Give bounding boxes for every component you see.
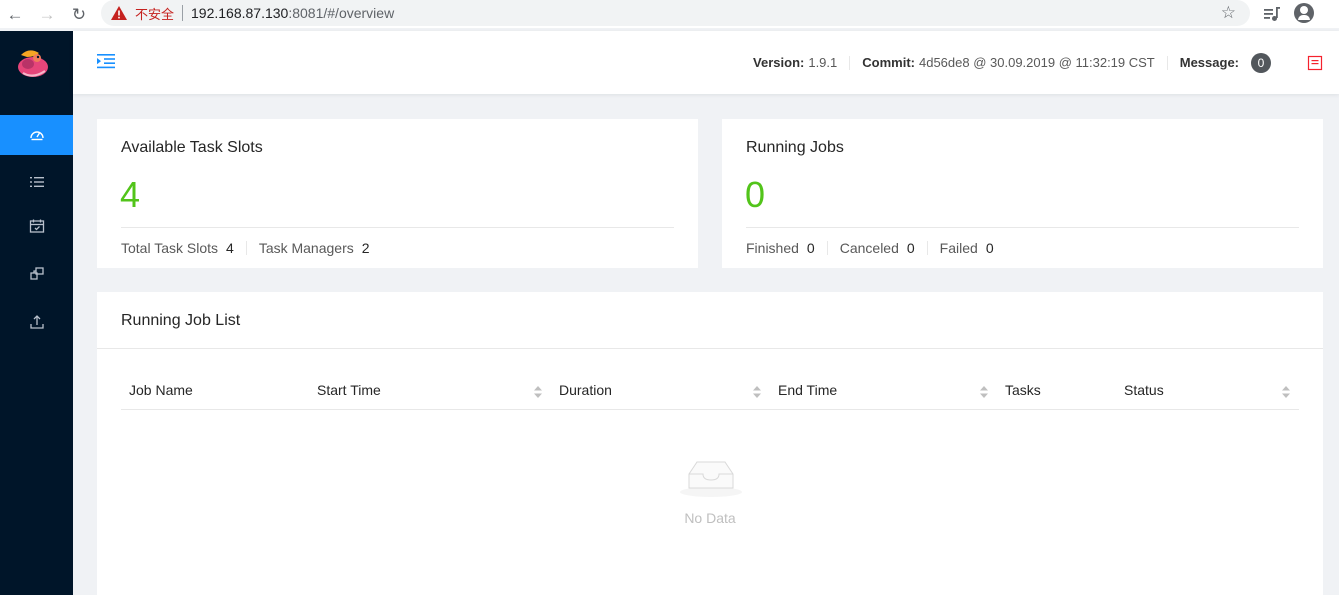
sidebar-item-job-manager[interactable] <box>0 254 73 294</box>
total-slots-stat: Total Task Slots 4 <box>121 240 234 256</box>
empty-inbox-icon <box>679 456 743 498</box>
column-header-start-time[interactable]: Start Time <box>317 382 381 398</box>
running-jobs-title: Running Jobs <box>746 139 844 156</box>
sort-end-time-icon[interactable] <box>979 384 989 400</box>
back-arrow-icon[interactable]: ← <box>5 4 25 24</box>
empty-state-text: No Data <box>684 510 736 526</box>
column-header-end-time[interactable]: End Time <box>778 382 837 398</box>
profile-avatar-icon[interactable] <box>1294 3 1314 23</box>
url-host: 192.168.87.130 <box>191 5 289 21</box>
sort-start-time-icon[interactable] <box>533 384 543 400</box>
job-list-title: Running Job List <box>121 312 241 329</box>
table-header-divider <box>121 409 1299 410</box>
task-managers-label: Task Managers <box>258 240 354 256</box>
menu-fold-icon[interactable] <box>97 53 115 69</box>
insecure-label: 不安全 <box>135 6 175 22</box>
reload-icon[interactable]: ↻ <box>69 4 89 24</box>
finished-stat: Finished 0 <box>746 240 815 256</box>
warning-icon <box>111 6 127 20</box>
flink-logo-icon <box>15 45 51 81</box>
column-header-status[interactable]: Status <box>1124 382 1164 398</box>
version-value: 1.9.1 <box>808 55 838 70</box>
task-slots-title: Available Task Slots <box>121 139 263 156</box>
task-slots-card: Available Task Slots 4 Total Task Slots … <box>97 119 698 268</box>
dashboard-icon <box>29 131 44 141</box>
logout-icon[interactable] <box>1307 55 1323 71</box>
running-jobs-value: 0 <box>745 174 766 215</box>
total-slots-label: Total Task Slots <box>121 240 219 256</box>
top-header: Version: 1.9.1 Commit: 4d56de8 @ 30.09.2… <box>73 31 1339 94</box>
sort-duration-icon[interactable] <box>752 384 762 400</box>
available-slots-value: 4 <box>120 174 141 215</box>
version-info: Version: 1.9.1 <box>741 55 849 70</box>
build-icon <box>29 267 44 280</box>
card-divider <box>746 227 1299 228</box>
canceled-value: 0 <box>906 240 915 256</box>
canceled-label: Canceled <box>839 240 899 256</box>
forward-arrow-icon[interactable]: → <box>37 4 57 24</box>
column-header-duration[interactable]: Duration <box>559 382 612 398</box>
task-managers-value: 2 <box>361 240 370 256</box>
omnibox-divider <box>182 5 184 21</box>
schedule-icon <box>29 219 44 233</box>
running-jobs-card: Running Jobs 0 Finished 0 Canceled 0 Fai… <box>722 119 1323 268</box>
finished-label: Finished <box>746 240 799 256</box>
bookmark-star-icon[interactable]: ☆ <box>1221 3 1236 23</box>
sidebar-item-jobs[interactable] <box>0 162 73 202</box>
browser-toolbar: ← → ↻ 不安全 192.168.87.130:8081/#/overview… <box>0 0 1339 28</box>
jobs-footer: Finished 0 Canceled 0 Failed 0 <box>746 240 994 256</box>
message-info[interactable]: Message: 0 <box>1168 52 1283 73</box>
sidebar-item-task-managers[interactable] <box>0 206 73 246</box>
url-path: :8081/#/overview <box>288 5 395 21</box>
task-managers-stat: Task Managers 2 <box>259 240 370 256</box>
sidebar <box>0 31 73 595</box>
canceled-stat: Canceled 0 <box>840 240 915 256</box>
footer-divider <box>926 241 928 255</box>
commit-value: 4d56de8 @ 30.09.2019 @ 11:32:19 CST <box>918 55 1155 70</box>
header-info: Version: 1.9.1 Commit: 4d56de8 @ 30.09.2… <box>741 31 1339 94</box>
footer-divider <box>826 241 828 255</box>
commit-info: Commit: 4d56de8 @ 30.09.2019 @ 11:32:19 … <box>850 55 1166 70</box>
footer-divider <box>245 241 247 255</box>
upload-icon <box>29 315 44 329</box>
message-label: Message: <box>1179 55 1239 70</box>
media-controls-icon[interactable] <box>1262 4 1282 24</box>
sidebar-item-submit[interactable] <box>0 302 73 342</box>
card-divider <box>121 227 674 228</box>
version-label: Version: <box>753 55 805 70</box>
sort-status-icon[interactable] <box>1281 384 1291 400</box>
column-header-tasks[interactable]: Tasks <box>1005 382 1041 398</box>
message-count-badge[interactable]: 0 <box>1251 52 1271 73</box>
address-bar[interactable]: 不安全 192.168.87.130:8081/#/overview ☆ <box>101 0 1250 26</box>
slots-footer: Total Task Slots 4 Task Managers 2 <box>121 240 370 256</box>
total-slots-value: 4 <box>226 240 234 256</box>
column-header-job-name[interactable]: Job Name <box>129 382 193 398</box>
failed-label: Failed <box>939 240 978 256</box>
running-job-list-card: Running Job List Job Name Start Time Dur… <box>97 292 1323 595</box>
failed-stat: Failed 0 <box>940 240 994 256</box>
sidebar-item-overview[interactable] <box>0 115 73 155</box>
commit-label: Commit: <box>862 55 915 70</box>
list-icon <box>29 177 44 187</box>
failed-value: 0 <box>985 240 994 256</box>
finished-value: 0 <box>806 240 815 256</box>
card-header-divider <box>97 348 1323 349</box>
